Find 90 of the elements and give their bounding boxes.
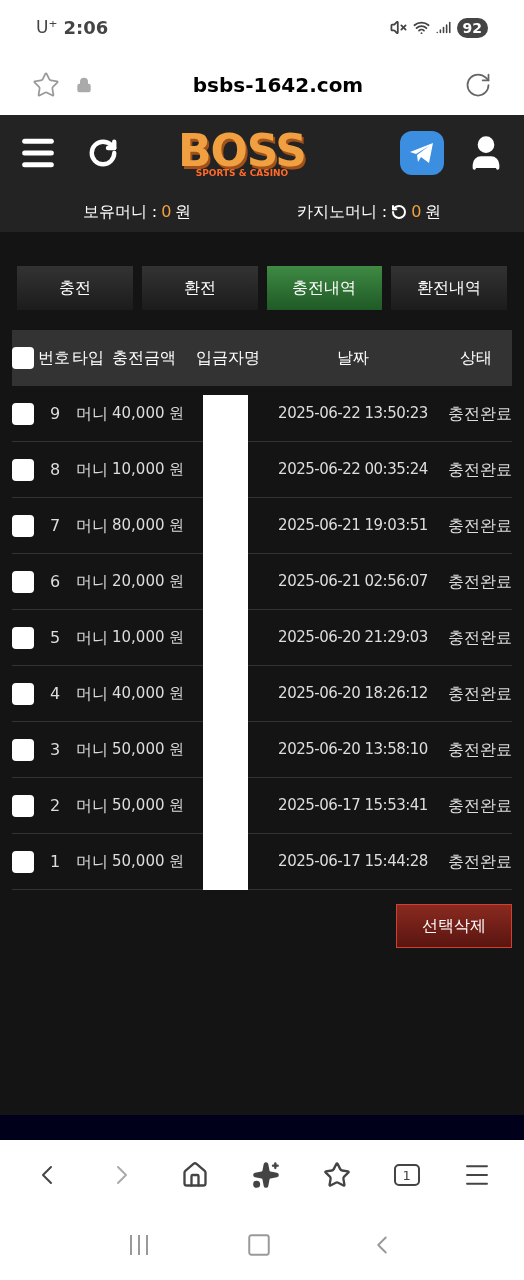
table-cell-text: 충전완료 — [448, 794, 512, 817]
table-cell-text: 2025-06-17 15:53:41 — [278, 795, 428, 817]
table-cell-text: 2025-06-21 02:56:07 — [278, 571, 428, 593]
checkbox[interactable] — [12, 850, 34, 873]
wifi-icon — [412, 19, 430, 36]
table-cell-text: 50,000 원 — [112, 795, 185, 817]
table-cell-text: 머니 — [76, 682, 108, 705]
url-field[interactable]: bsbs-1642.com — [108, 70, 448, 100]
table-cell-text: 50,000 원 — [112, 739, 185, 761]
table-cell-text: 충전완료 — [448, 738, 512, 761]
bookmarks-icon[interactable] — [322, 1161, 351, 1189]
checkbox[interactable] — [12, 458, 34, 481]
checkbox[interactable] — [12, 570, 34, 593]
table-cell-text: 2025-06-21 19:03:51 — [278, 515, 428, 537]
checkbox[interactable] — [12, 626, 34, 649]
reload-icon[interactable] — [464, 71, 492, 99]
table-cell-text: 머니 — [76, 458, 108, 481]
checkbox[interactable] — [12, 794, 34, 817]
checkbox[interactable] — [12, 682, 34, 705]
column-header: 날짜 — [337, 347, 369, 369]
table-cell-text: 10,000 원 — [112, 459, 185, 481]
table-cell-text: 50,000 원 — [112, 851, 185, 873]
table-cell-text: 충전완료 — [448, 626, 512, 649]
table-cell-text: 충전완료 — [448, 850, 512, 873]
column-header: 타입 — [72, 347, 104, 369]
table-cell-text: 머니 — [76, 626, 108, 649]
sparkles-icon[interactable] — [251, 1161, 280, 1189]
table-cell-text: 6 — [49, 570, 61, 593]
column-header: 번호 — [38, 347, 70, 369]
table-cell-text: 머니 — [76, 850, 108, 873]
bookmark-star-icon[interactable] — [32, 71, 60, 99]
table-cell-text: 2025-06-22 13:50:23 — [278, 403, 428, 425]
balance-label: 보유머니 : — [82, 200, 158, 223]
mute-icon — [389, 19, 407, 36]
home-icon[interactable] — [181, 1161, 210, 1189]
table-cell-text: 40,000 원 — [112, 683, 185, 705]
signal-icon — [435, 20, 451, 35]
table-cell-text: 20,000 원 — [112, 571, 185, 593]
balance-value: 0 — [411, 200, 422, 223]
table-cell-text: 2 — [49, 794, 61, 817]
refresh-icon[interactable] — [88, 138, 118, 168]
table-cell-text: 7 — [49, 514, 61, 537]
table-cell-text: 머니 — [76, 402, 108, 425]
table-cell-text: 80,000 원 — [112, 515, 185, 537]
table-cell-text: 2025-06-22 00:35:24 — [278, 459, 428, 481]
table-cell-text: 머니 — [76, 794, 108, 817]
telegram-icon[interactable] — [400, 131, 444, 175]
delete-selected-button[interactable]: 선택삭제 — [396, 904, 512, 948]
table-cell-text: 5 — [49, 626, 61, 649]
refresh-icon[interactable] — [391, 203, 408, 220]
table-cell-text: 9 — [49, 402, 61, 425]
currency-unit: 원 — [425, 200, 442, 223]
column-header: 충전금액 — [112, 347, 176, 369]
table-cell-text: 머니 — [76, 514, 108, 537]
table-cell-text: 충전완료 — [448, 458, 512, 481]
checkbox[interactable] — [12, 402, 34, 425]
balance-value: 0 — [161, 200, 172, 223]
table-cell-text: 충전완료 — [448, 570, 512, 593]
table-cell-text: 1 — [49, 850, 61, 873]
checkbox[interactable] — [12, 514, 34, 537]
tabs-button[interactable]: 1 — [393, 1164, 420, 1186]
battery-indicator: 92 — [456, 17, 488, 38]
table-cell-text: 2025-06-20 13:58:10 — [278, 739, 428, 761]
column-header: 상태 — [460, 347, 492, 369]
balance-label: 카지노머니 : — [296, 200, 388, 223]
table-cell-text: 충전완료 — [448, 682, 512, 705]
table-cell-text: 머니 — [76, 738, 108, 761]
checkbox[interactable] — [12, 347, 34, 369]
table-cell-text: 2025-06-17 15:44:28 — [278, 851, 428, 873]
carrier-label: U⁺ — [36, 15, 58, 39]
table-cell-text: 2025-06-20 21:29:03 — [278, 627, 428, 649]
table-cell-text: 3 — [49, 738, 61, 761]
table-cell-text: 4 — [49, 682, 61, 705]
tab[interactable]: 충전 — [17, 266, 133, 310]
table-cell-text: 8 — [49, 458, 61, 481]
currency-unit: 원 — [175, 200, 192, 223]
lock-icon — [76, 77, 92, 93]
table-cell-text: 충전완료 — [448, 402, 512, 425]
table-cell-text: 충전완료 — [448, 514, 512, 537]
checkbox[interactable] — [12, 738, 34, 761]
table-cell-text: 2025-06-20 18:26:12 — [278, 683, 428, 705]
home-button-icon[interactable] — [246, 1232, 272, 1258]
column-header: 입금자명 — [196, 347, 260, 369]
tab[interactable]: 충전내역 — [266, 266, 383, 310]
table-cell-text: 40,000 원 — [112, 403, 185, 425]
table-cell-text: 10,000 원 — [112, 627, 185, 649]
tab[interactable]: 환전 — [141, 266, 258, 310]
tab[interactable]: 환전내역 — [391, 266, 507, 310]
table-cell-text: 머니 — [76, 570, 108, 593]
clock-time: 2:06 — [63, 16, 109, 40]
